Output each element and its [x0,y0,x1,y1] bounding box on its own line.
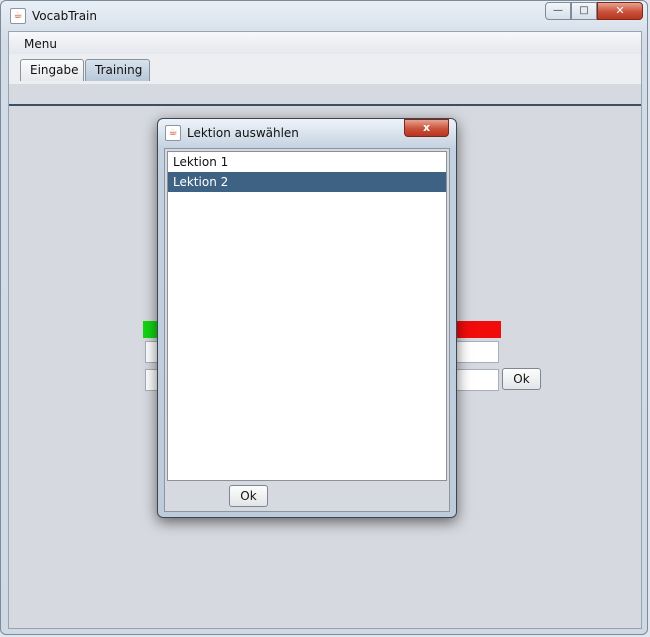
menu-bar: Menu [9,32,641,55]
minimize-button[interactable]: — [545,2,571,20]
lesson-list[interactable]: Lektion 1 Lektion 2 [167,151,447,481]
menu-menu[interactable]: Menu [24,37,57,51]
wrong-indicator [455,321,501,338]
word-field-right[interactable] [455,341,499,363]
list-item-lektion-2[interactable]: Lektion 2 [168,172,446,192]
maximize-button[interactable]: □ [571,2,597,20]
tab-strip: Eingabe Training [9,54,641,106]
dialog-body: Lektion 1 Lektion 2 Ok [164,148,450,512]
window-title: VocabTrain [32,9,97,23]
dialog-ok-button[interactable]: Ok [229,485,268,507]
tab-training[interactable]: Training [85,59,150,81]
title-bar[interactable]: ☕ VocabTrain — □ ✕ [1,1,647,31]
tab-eingabe[interactable]: Eingabe [20,59,84,81]
dialog-title: Lektion auswählen [187,126,299,140]
java-cup-icon: ☕ [165,125,181,141]
close-button[interactable]: ✕ [597,2,643,20]
tab-divider [9,104,641,106]
answer-field-right[interactable] [455,369,499,391]
java-cup-icon: ☕ [10,8,26,24]
window-controls: — □ ✕ [545,2,643,20]
dialog-close-button[interactable]: x [404,119,449,137]
list-item-lektion-1[interactable]: Lektion 1 [168,152,446,172]
ok-button[interactable]: Ok [502,368,541,390]
select-lesson-dialog: ☕ Lektion auswählen x Lektion 1 Lektion … [157,118,457,518]
